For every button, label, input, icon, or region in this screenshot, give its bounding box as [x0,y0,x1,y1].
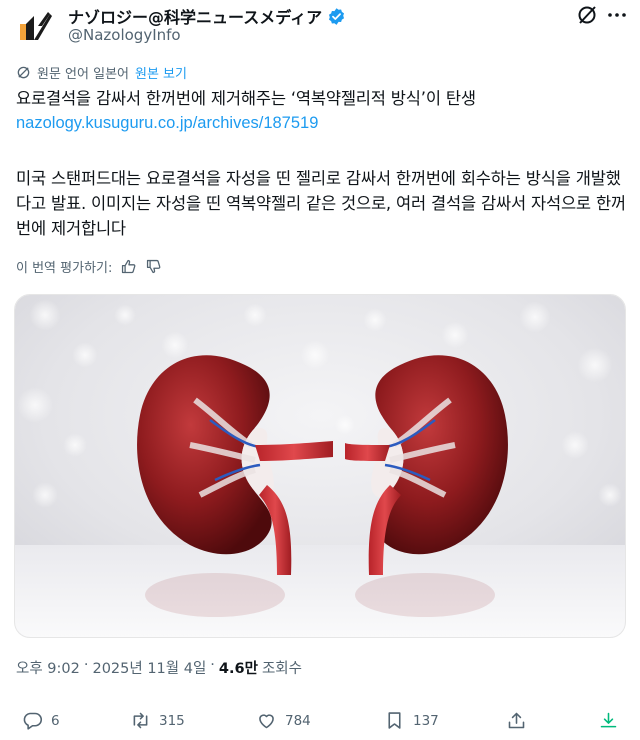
views-label: 조회수 [261,661,302,677]
repost-icon [133,712,148,729]
reply-count: 6 [51,712,60,729]
translation-language: 원문 언어 일본어 [37,67,129,82]
share-icon [508,712,525,729]
bookmark-button[interactable]: 137 [384,710,439,731]
bookmark-icon [388,712,401,729]
rate-translation-row: 이 번역 평가하기: [16,257,162,276]
verified-badge-icon [329,7,345,25]
action-bar: 6 315 784 137 [0,700,640,740]
meta-separator: · [210,657,215,673]
author-display-name[interactable]: ナゾロジー@科学ニュースメディア [68,4,322,28]
author-avatar[interactable] [16,6,56,46]
grok-icon[interactable] [574,2,600,28]
thumbs-down-icon[interactable] [145,258,162,275]
kidneys-illustration [15,295,625,637]
views-count: 4.6만 [218,661,258,677]
tweet-meta: 오후 9:02 · 2025년 11월 4일 · 4.6만 조회수 [16,657,302,678]
bookmark-count: 137 [413,712,439,729]
share-button[interactable] [506,710,527,731]
tweet-body: 미국 스탠퍼드대는 요로결석을 자성을 띤 젤리로 감싸서 한꺼번에 회수하는 … [16,169,626,238]
download-icon [600,712,617,728]
tweet-image[interactable] [14,294,626,638]
repost-button[interactable]: 315 [130,710,185,731]
tweet-date[interactable]: 2025년 11월 4일 [92,657,206,678]
meta-separator: · [83,657,89,673]
translate-icon [17,66,30,79]
tweet-headline: 요로결석을 감싸서 한꺼번에 제거해주는 ‘역복약젤리적 방식’이 탄생 [16,89,476,108]
name-row: ナゾロジー@科学ニュースメディア [68,4,346,28]
like-count: 784 [285,712,311,729]
rate-translation-label: 이 번역 평가하기: [16,261,113,276]
article-link[interactable]: nazology.kusuguru.co.jp/archives/187519 [16,114,318,133]
author-handle[interactable]: @NazologyInfo [68,26,181,44]
reply-button[interactable]: 6 [22,710,60,731]
download-button[interactable] [598,710,619,731]
tweet-time[interactable]: 오후 9:02 [16,657,80,678]
tweet-header: ナゾロジー@科学ニュースメディア @NazologyInfo [0,0,640,56]
translation-notice: 원문 언어 일본어 원본 보기 [16,63,187,82]
like-icon [259,714,274,729]
more-icon[interactable] [606,4,628,26]
thumbs-up-icon[interactable] [120,258,137,275]
like-button[interactable]: 784 [256,710,311,731]
repost-count: 315 [159,712,185,729]
show-original-link[interactable]: 원본 보기 [135,63,187,82]
reply-icon [23,712,43,730]
